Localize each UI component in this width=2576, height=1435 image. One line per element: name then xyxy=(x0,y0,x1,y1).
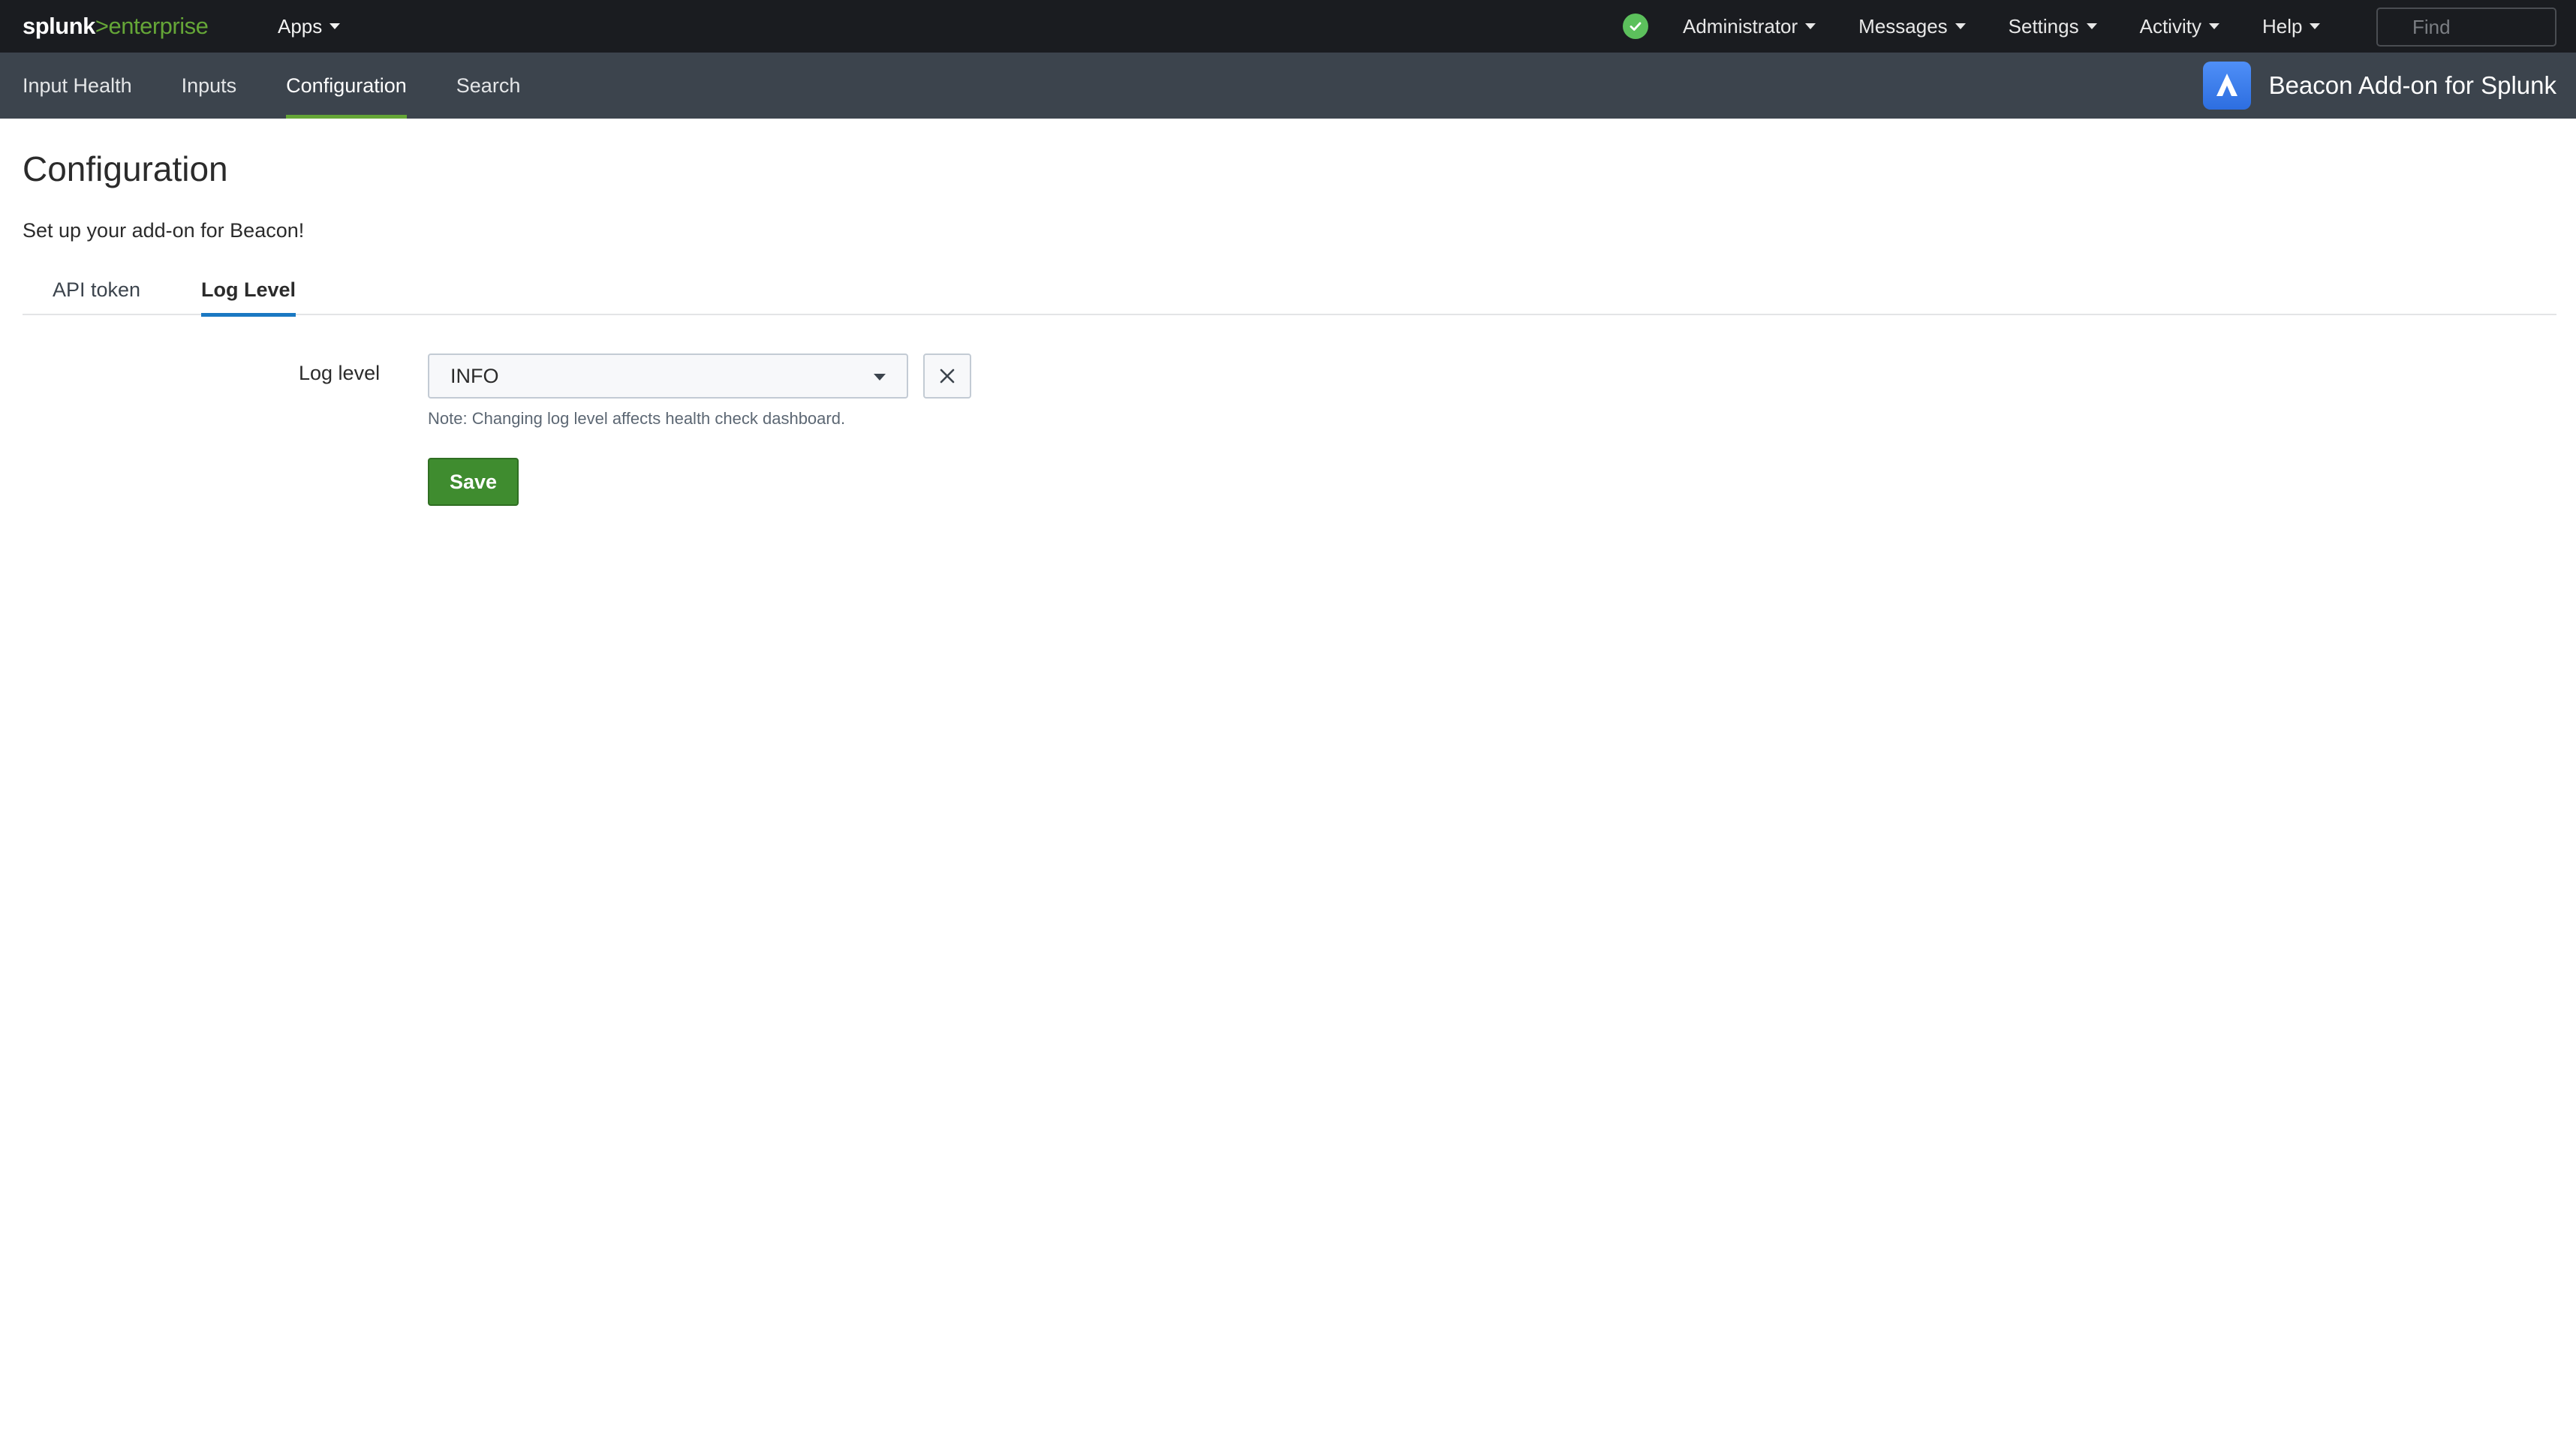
log-level-select[interactable]: INFO xyxy=(428,353,908,399)
administrator-menu[interactable]: Administrator xyxy=(1683,15,1816,38)
clear-selection-button[interactable] xyxy=(923,353,971,399)
app-nav-bar: Input Health Inputs Configuration Search… xyxy=(0,53,2576,119)
settings-menu-label: Settings xyxy=(2008,14,2079,38)
tab-log-level[interactable]: Log Level xyxy=(201,264,296,317)
log-level-value: INFO xyxy=(450,364,499,387)
help-menu-label: Help xyxy=(2262,14,2303,38)
nav-item-inputs[interactable]: Inputs xyxy=(182,53,237,119)
check-circle-icon[interactable] xyxy=(1623,14,1648,39)
nav-item-search[interactable]: Search xyxy=(456,53,521,119)
page-title: Configuration xyxy=(23,149,228,188)
log-level-label: Log level xyxy=(299,362,381,384)
nav-item-input-health[interactable]: Input Health xyxy=(23,53,132,119)
apps-menu[interactable]: Apps xyxy=(278,0,341,53)
close-icon xyxy=(940,369,955,384)
chevron-down-icon xyxy=(2208,23,2219,29)
find-input[interactable] xyxy=(2376,8,2556,47)
chevron-down-icon xyxy=(2086,23,2097,29)
app-name: Beacon Add-on for Splunk xyxy=(2268,71,2556,99)
apps-menu-label: Apps xyxy=(278,14,323,38)
activity-menu-label: Activity xyxy=(2139,14,2201,38)
logo-suffix: >enterprise xyxy=(95,13,209,39)
activity-menu[interactable]: Activity xyxy=(2140,15,2219,38)
logo-prefix: splunk xyxy=(23,13,95,39)
system-bar: splunk >enterprise Apps Administrator Mes… xyxy=(0,0,2576,53)
chevron-down-icon xyxy=(1955,23,1966,29)
system-menus: Administrator Messages Settings Activity… xyxy=(1683,0,2363,53)
log-level-note: Note: Changing log level affects health … xyxy=(428,409,846,428)
messages-menu[interactable]: Messages xyxy=(1858,15,1966,38)
chevron-down-icon xyxy=(1805,23,1816,29)
config-tabs: API token Log Level xyxy=(23,264,2556,317)
messages-menu-label: Messages xyxy=(1858,14,1948,38)
administrator-menu-label: Administrator xyxy=(1683,14,1798,38)
chevron-down-icon xyxy=(330,23,341,29)
app-nav: Input Health Inputs Configuration Search xyxy=(23,53,570,119)
dropdown-arrow-icon xyxy=(874,374,886,381)
help-menu[interactable]: Help xyxy=(2262,14,2321,38)
chevron-down-icon xyxy=(2310,23,2321,29)
splunk-logo[interactable]: splunk >enterprise xyxy=(23,0,209,53)
tab-api-token[interactable]: API token xyxy=(53,264,140,315)
beacon-logo-icon xyxy=(2202,62,2251,110)
page-subtitle: Set up your add-on for Beacon! xyxy=(23,219,305,242)
settings-menu[interactable]: Settings xyxy=(2009,15,2097,38)
save-button[interactable]: Save xyxy=(428,458,519,506)
nav-item-configuration[interactable]: Configuration xyxy=(286,53,407,119)
app-title: Beacon Add-on for Splunk xyxy=(2202,53,2556,119)
